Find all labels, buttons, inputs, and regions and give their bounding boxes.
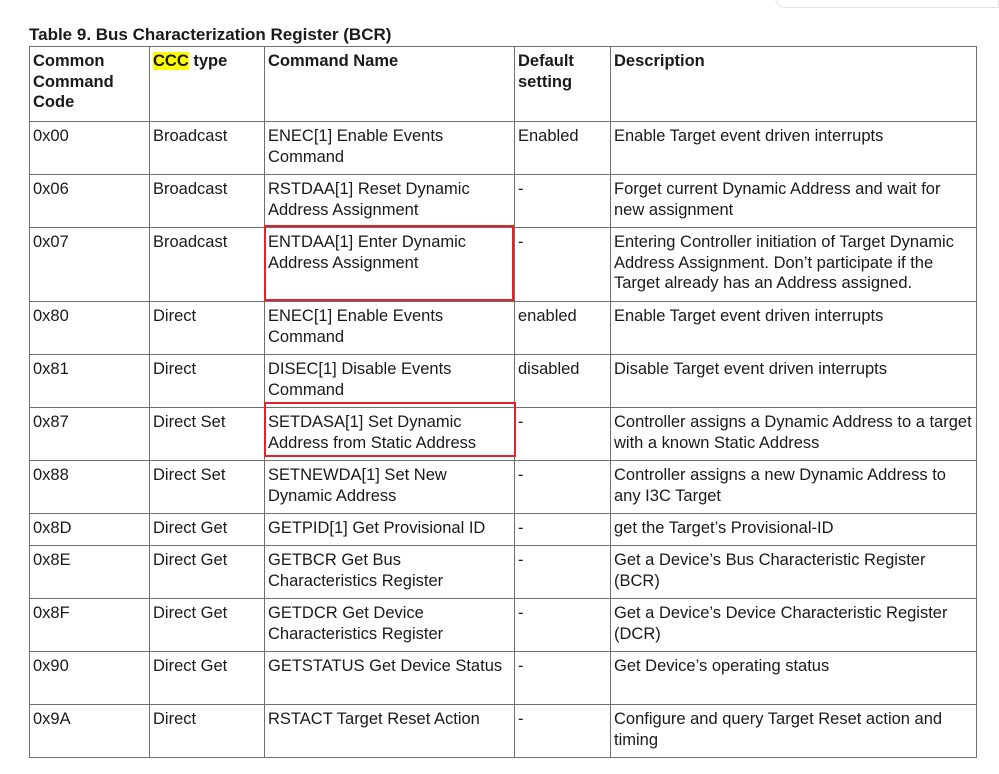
table-row: 0x87 Direct Set SETDASA[1] Set Dynamic Add… <box>29 407 977 461</box>
table-row: 0x88 Direct Set SETNEWDA[1] Set New Dynami… <box>29 460 977 514</box>
table-row: 0x8D Direct Get GETPID[1] Get Provisional … <box>29 513 977 546</box>
table-row: 0x07 Broadcast ENTDAA[1] Enter Dynamic Add… <box>29 227 977 302</box>
cell-default-setting: - <box>514 460 611 514</box>
header-command-name: Command Name <box>264 46 515 122</box>
cell-default-setting: - <box>514 598 611 652</box>
table-row: 0x80 Direct ENEC[1] Enable Events Command e… <box>29 301 977 355</box>
header-default-setting: Default setting <box>514 46 611 122</box>
cell-default-setting: disabled <box>514 354 611 408</box>
cell-code: 0x81 <box>29 354 150 408</box>
cell-code: 0x06 <box>29 174 150 228</box>
cell-command-name: RSTACT Target Reset Action <box>264 704 515 758</box>
cell-default-setting: - <box>514 545 611 599</box>
cell-command-name: ENEC[1] Enable Events Command <box>264 121 515 175</box>
cell-command-name: GETBCR Get Bus Characteristics Register <box>264 545 515 599</box>
header-ccc-type-rest: type <box>188 52 228 70</box>
cell-code: 0x8E <box>29 545 150 599</box>
table-row: 0x06 Broadcast RSTDAA[1] Reset Dynamic Add… <box>29 174 977 228</box>
cell-description: Controller assigns a Dynamic Address to … <box>610 407 977 461</box>
cell-command-name: ENTDAA[1] Enter Dynamic Address Assignme… <box>264 227 515 302</box>
cell-ccc-type: Broadcast <box>149 227 265 302</box>
cell-command-name: GETPID[1] Get Provisional ID <box>264 513 515 546</box>
cell-code: 0x00 <box>29 121 150 175</box>
header-common-command-code: Common Command Code <box>29 46 150 122</box>
cell-code: 0x07 <box>29 227 150 302</box>
header-ccc-type: CCC type <box>149 46 265 122</box>
cell-description: Get a Device’s Device Characteristic Reg… <box>610 598 977 652</box>
cell-ccc-type: Direct <box>149 301 265 355</box>
table-row: 0x00 Broadcast ENEC[1] Enable Events Comma… <box>29 121 977 175</box>
header-description: Description <box>610 46 977 122</box>
cell-code: 0x80 <box>29 301 150 355</box>
table-row: 0x90 Direct Get GETSTATUS Get Device Statu… <box>29 651 977 705</box>
cell-ccc-type: Direct Get <box>149 598 265 652</box>
table-caption: Table 9. Bus Characterization Register (… <box>29 25 392 44</box>
table-row: 0x8F Direct Get GETDCR Get Device Characte… <box>29 598 977 652</box>
cell-default-setting: - <box>514 174 611 228</box>
cell-command-name: GETDCR Get Device Characteristics Regist… <box>264 598 515 652</box>
cell-ccc-type: Direct Get <box>149 545 265 599</box>
cell-command-name: GETSTATUS Get Device Status <box>264 651 515 705</box>
cell-description: Entering Controller initiation of Target… <box>610 227 977 302</box>
cell-code: 0x8F <box>29 598 150 652</box>
cell-description: get the Target’s Provisional-ID <box>610 513 977 546</box>
cell-ccc-type: Broadcast <box>149 121 265 175</box>
cell-default-setting: - <box>514 227 611 302</box>
table-header-row: Common Command Code CCC type Command Nam… <box>29 46 977 122</box>
cell-description: Get Device’s operating status <box>610 651 977 705</box>
top-right-card-edge <box>775 0 999 8</box>
bcr-table: Common Command Code CCC type Command Nam… <box>29 46 977 758</box>
cell-code: 0x8D <box>29 513 150 546</box>
cell-ccc-type: Direct Get <box>149 651 265 705</box>
cell-command-name: SETNEWDA[1] Set New Dynamic Address <box>264 460 515 514</box>
cell-description: Get a Device’s Bus Characteristic Regist… <box>610 545 977 599</box>
cell-description: Enable Target event driven interrupts <box>610 301 977 355</box>
table-row: 0x9A Direct RSTACT Target Reset Action - Con… <box>29 704 977 758</box>
cell-ccc-type: Direct Get <box>149 513 265 546</box>
cell-default-setting: - <box>514 651 611 705</box>
cell-command-name: ENEC[1] Enable Events Command <box>264 301 515 355</box>
cell-command-name: RSTDAA[1] Reset Dynamic Address Assignme… <box>264 174 515 228</box>
cell-default-setting: - <box>514 704 611 758</box>
highlighted-ccc-text: CCC <box>153 52 189 70</box>
cell-code: 0x90 <box>29 651 150 705</box>
table-row: 0x81 Direct DISEC[1] Disable Events Comman… <box>29 354 977 408</box>
cell-default-setting: enabled <box>514 301 611 355</box>
cell-code: 0x9A <box>29 704 150 758</box>
cell-default-setting: - <box>514 407 611 461</box>
cell-command-name: DISEC[1] Disable Events Command <box>264 354 515 408</box>
cell-description: Enable Target event driven interrupts <box>610 121 977 175</box>
cell-ccc-type: Broadcast <box>149 174 265 228</box>
cell-ccc-type: Direct <box>149 704 265 758</box>
cell-description: Forget current Dynamic Address and wait … <box>610 174 977 228</box>
cell-description: Configure and query Target Reset action … <box>610 704 977 758</box>
cell-command-name: SETDASA[1] Set Dynamic Address from Stat… <box>264 407 515 461</box>
cell-ccc-type: Direct Set <box>149 407 265 461</box>
cell-ccc-type: Direct Set <box>149 460 265 514</box>
table-row: 0x8E Direct Get GETBCR Get Bus Characteris… <box>29 545 977 599</box>
cell-description: Disable Target event driven interrupts <box>610 354 977 408</box>
cell-default-setting: - <box>514 513 611 546</box>
cell-ccc-type: Direct <box>149 354 265 408</box>
cell-default-setting: Enabled <box>514 121 611 175</box>
cell-description: Controller assigns a new Dynamic Address… <box>610 460 977 514</box>
cell-code: 0x87 <box>29 407 150 461</box>
cell-code: 0x88 <box>29 460 150 514</box>
